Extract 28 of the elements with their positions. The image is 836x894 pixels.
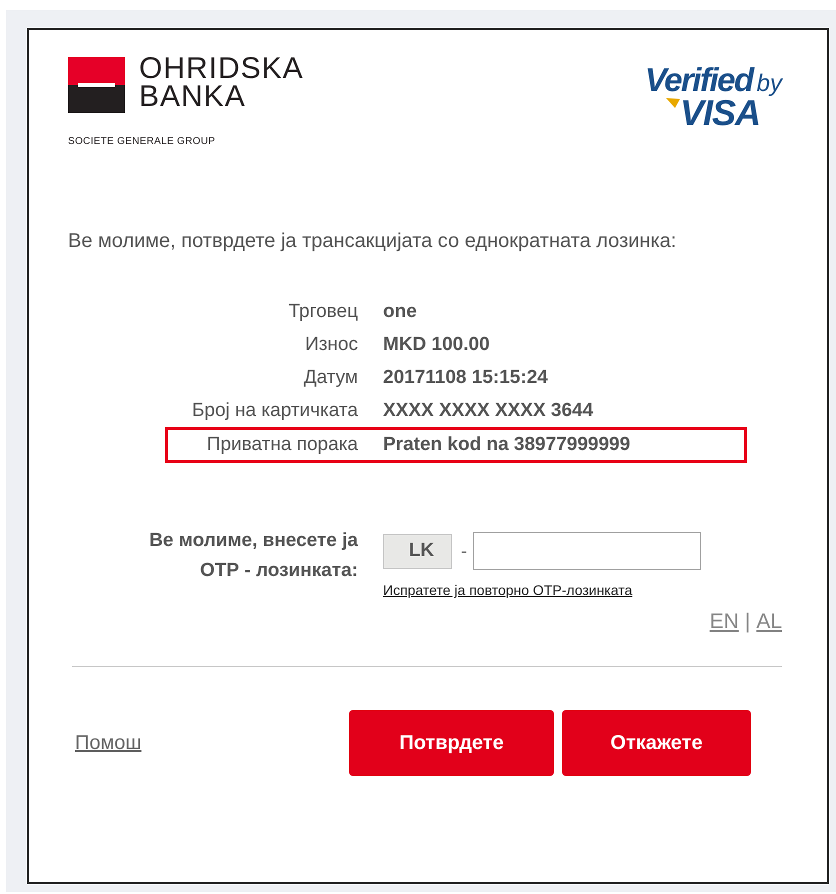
language-link[interactable]: AL <box>756 610 782 634</box>
instruction-text: Ве молиме, потврдете ја трансакцијата со еднократната лозинка: <box>68 229 678 254</box>
detail-label: Износ <box>304 334 359 356</box>
separator-text: | <box>744 610 750 634</box>
detail-label: Број на картичката <box>190 400 359 422</box>
otp-label: Ве молиме, внесете ја ОТР - лозинката: <box>148 529 359 583</box>
resend-link[interactable]: Испратете ја повторно ОТР-лозинката <box>383 582 632 598</box>
detail-label: Трговец <box>287 300 359 322</box>
cancel-button[interactable]: Откажете <box>562 710 751 776</box>
password-field[interactable] <box>473 532 701 570</box>
confirm-button[interactable]: Потврдете <box>349 710 554 776</box>
separator-text: - <box>461 540 467 562</box>
help-link[interactable]: Помош <box>75 732 142 754</box>
by-text: by <box>756 70 782 98</box>
prefix-field: LK <box>383 534 452 568</box>
bank-name: BANKA <box>139 83 247 111</box>
swoosh-icon <box>666 98 680 108</box>
detail-value: MKD 100.00 <box>383 334 490 356</box>
detail-value: one <box>383 300 417 322</box>
detail-label: Приватна порака <box>206 434 359 456</box>
detail-value: 20171108 15:15:24 <box>383 366 548 388</box>
detail-value: Praten kod na 38977999999 <box>383 434 630 456</box>
language-link[interactable]: EN <box>710 610 739 634</box>
logo-square-icon <box>68 57 125 113</box>
bank-name: OHRIDSKA <box>139 55 304 83</box>
detail-label: Датум <box>302 366 359 388</box>
detail-value: XXXX XXXX XXXX 3644 <box>383 400 594 422</box>
group-name: SOCIETE GENERALE GROUP <box>68 136 216 147</box>
